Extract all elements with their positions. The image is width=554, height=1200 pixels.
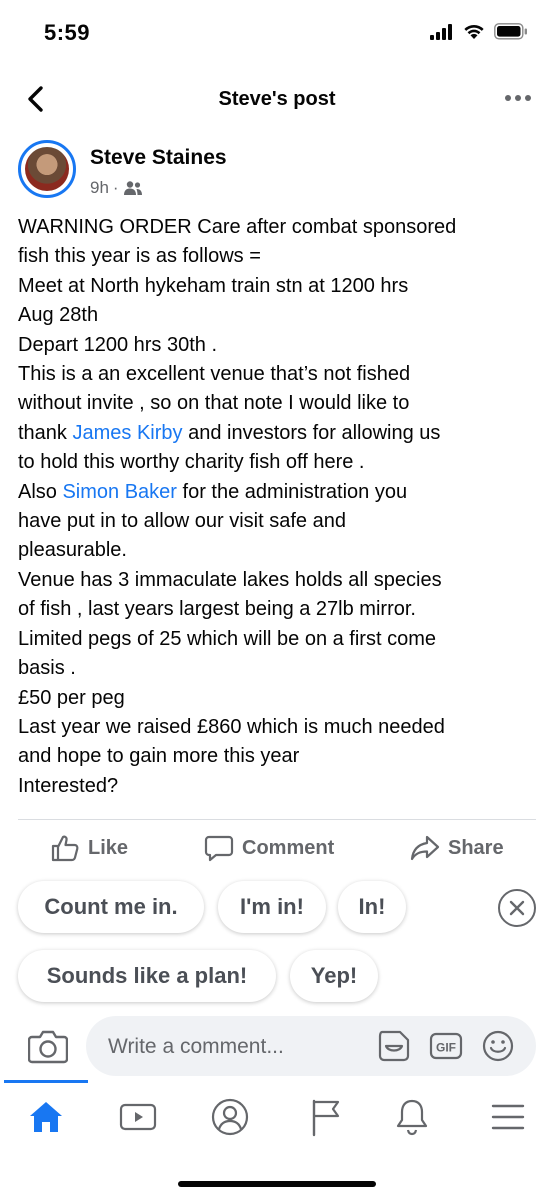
comment-label: Comment	[242, 836, 335, 859]
post-line: This is a an excellent venue that’s not …	[18, 363, 411, 386]
post-line: Also Simon Baker for the administration …	[18, 478, 540, 507]
like-button[interactable]: Like	[50, 834, 128, 862]
close-icon	[509, 900, 525, 916]
share-label: Share	[448, 836, 504, 859]
friends-icon	[123, 181, 142, 195]
meta-separator: ·	[112, 178, 119, 197]
tab-notifications[interactable]	[370, 1088, 454, 1146]
emoji-icon[interactable]	[480, 1028, 516, 1064]
gif-label: GIF	[436, 1041, 456, 1055]
post-text-fragment: Also	[18, 480, 63, 503]
quick-reply-count-me-in[interactable]: Count me in.	[18, 881, 204, 933]
post-line: pleasurable.	[18, 539, 127, 562]
post-line: of fish , last years largest being a 27l…	[18, 598, 416, 621]
post-line: basis .	[18, 657, 76, 680]
status-bar: 5:59	[0, 0, 554, 66]
post-line: Last year we raised £860 which is much n…	[18, 715, 445, 738]
post-line: and hope to gain more this year	[18, 745, 300, 768]
post-time[interactable]: 9h	[90, 178, 109, 198]
gif-icon[interactable]: GIF	[428, 1028, 464, 1064]
profile-icon	[211, 1098, 249, 1136]
post-line: £50 per peg	[18, 686, 125, 709]
post-line: have put in to allow our visit safe and	[18, 510, 346, 533]
author-name[interactable]: Steve Staines	[90, 146, 227, 170]
avatar[interactable]	[18, 140, 76, 198]
like-icon	[51, 835, 79, 862]
post-line: to hold this worthy charity fish off her…	[18, 451, 365, 474]
mention-link[interactable]: Simon Baker	[62, 481, 177, 503]
post-line: thank James Kirby and investors for allo…	[18, 419, 540, 448]
tab-profile[interactable]	[188, 1088, 272, 1146]
comment-composer: GIF	[86, 1016, 536, 1076]
comment-input[interactable]	[106, 1030, 370, 1064]
close-quick-replies-button[interactable]	[498, 889, 536, 927]
post-line: Aug 28th	[18, 304, 99, 327]
tab-menu[interactable]	[466, 1088, 550, 1146]
post-line: without invite , so on that note I would…	[18, 392, 410, 415]
page-title: Steve's post	[218, 88, 336, 110]
post-text-fragment: thank	[18, 421, 73, 444]
post-text-fragment: and investors for allowing us	[182, 421, 441, 444]
status-time: 5:59	[44, 20, 91, 45]
post-line: Depart 1200 hrs 30th .	[18, 333, 218, 356]
share-button[interactable]: Share	[410, 834, 504, 862]
bell-icon	[396, 1099, 428, 1136]
pages-icon	[312, 1099, 340, 1137]
home-icon	[30, 1102, 62, 1132]
post-line: fish this year is as follows =	[18, 245, 261, 268]
home-indicator	[178, 1181, 376, 1187]
mention-link[interactable]: James Kirby	[72, 422, 182, 444]
camera-icon[interactable]	[28, 1028, 68, 1064]
post-text: WARNING ORDER Care after combat sponsore…	[18, 213, 540, 801]
post-line: Meet at North hykeham train stn at 1200 …	[18, 274, 409, 297]
more-dots-icon[interactable]	[502, 86, 534, 110]
share-icon	[410, 835, 440, 861]
status-icons	[430, 23, 528, 40]
watch-icon	[119, 1103, 157, 1131]
quick-reply-im-in[interactable]: I'm in!	[218, 881, 326, 933]
bottom-tab-bar	[0, 1080, 554, 1150]
tab-watch[interactable]	[96, 1088, 180, 1146]
comment-button[interactable]: Comment	[204, 834, 334, 862]
post-line: Limited pegs of 25 which will be on a fi…	[18, 627, 436, 650]
sticker-icon[interactable]	[376, 1028, 412, 1064]
quick-reply-in[interactable]: In!	[338, 881, 406, 933]
quick-reply-sounds-like-a-plan[interactable]: Sounds like a plan!	[18, 950, 276, 1002]
like-label: Like	[88, 836, 129, 859]
menu-icon	[491, 1104, 525, 1130]
wifi-icon	[464, 24, 484, 39]
post-actions: Like Comment Share	[0, 828, 554, 872]
post-header: Steve Staines 9h ·	[18, 140, 538, 204]
active-tab-indicator	[4, 1080, 88, 1083]
comment-icon	[204, 835, 234, 862]
battery-icon	[494, 23, 527, 40]
signal-icon	[430, 23, 452, 40]
divider	[18, 819, 536, 820]
post-line: Venue has 3 immaculate lakes holds all s…	[18, 568, 442, 591]
post-line: WARNING ORDER Care after combat sponsore…	[18, 216, 457, 238]
post-navbar: Steve's post	[0, 72, 554, 128]
post-meta: 9h ·	[90, 178, 143, 198]
tab-home[interactable]	[4, 1088, 88, 1146]
post-text-fragment: for the administration you	[176, 480, 408, 503]
tab-pages[interactable]	[284, 1088, 368, 1146]
post-line: Interested?	[18, 774, 119, 797]
quick-reply-yep[interactable]: Yep!	[290, 950, 378, 1002]
